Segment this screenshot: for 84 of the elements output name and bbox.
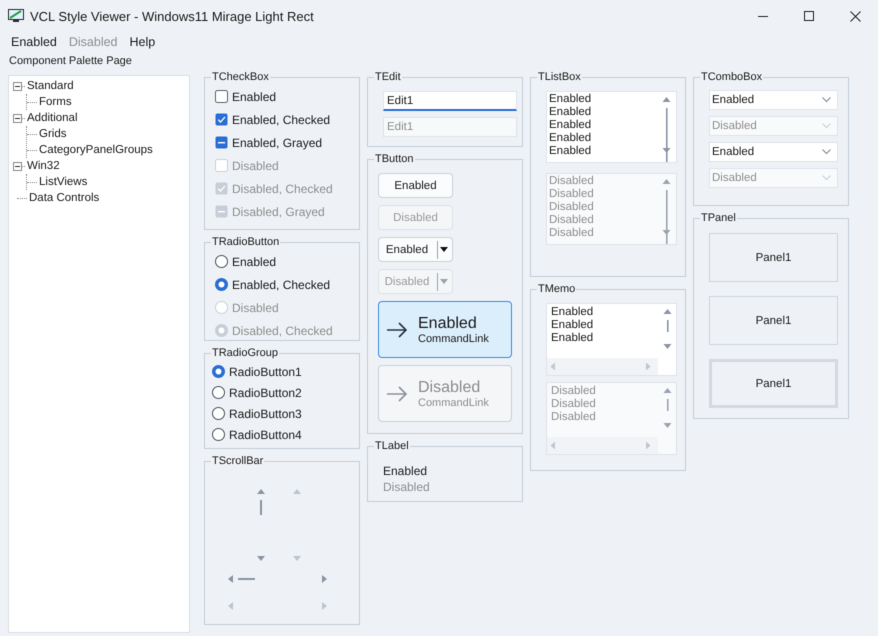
close-icon (850, 10, 860, 22)
radio-icon[interactable] (212, 407, 225, 420)
panel: Panel1 (709, 233, 838, 282)
group-title: TPanel (700, 212, 737, 224)
collapse-icon[interactable] (13, 114, 22, 122)
radio-label[interactable]: Enabled, Checked (232, 278, 330, 292)
tree-item[interactable]: Standard (27, 80, 74, 92)
radio-icon[interactable] (212, 386, 225, 399)
arrow-icon (386, 386, 408, 402)
radio-label[interactable]: RadioButton4 (229, 428, 302, 442)
group-title: TRadioButton (211, 236, 280, 248)
horizontal-scrollbar[interactable] (228, 602, 327, 610)
group-title: TButton (374, 153, 415, 165)
combo-box[interactable]: Enabled (709, 90, 838, 110)
list-box[interactable]: Enabled Enabled Enabled Enabled Enabled (546, 91, 677, 163)
tree-item[interactable]: Data Controls (29, 192, 100, 204)
group-title: TCheckBox (211, 71, 270, 83)
horizontal-scrollbar[interactable] (547, 358, 658, 375)
caret-down-icon (440, 279, 448, 284)
group-title: TEdit (374, 71, 402, 83)
menu-item[interactable]: Help (124, 35, 162, 49)
checkbox-label[interactable]: Enabled, Grayed (232, 136, 322, 150)
radio-selected-icon[interactable] (215, 278, 228, 291)
text-field[interactable]: Edit1 (383, 91, 517, 111)
radio-selected-icon[interactable] (212, 365, 225, 378)
group-title: TComboBox (700, 71, 764, 83)
memo-line: Enabled (551, 306, 594, 319)
group-title: TRadioGroup (211, 347, 280, 359)
group-title: TListBox (537, 71, 582, 83)
checkbox-checked-icon[interactable] (215, 113, 228, 126)
memo-line: Enabled (551, 332, 594, 345)
group-title: TMemo (537, 283, 576, 295)
list-item[interactable]: Enabled (549, 119, 655, 132)
tree-item[interactable]: Grids (39, 128, 66, 140)
radio-label[interactable]: RadioButton2 (229, 386, 302, 400)
radio-label[interactable]: RadioButton1 (229, 364, 302, 378)
list-item[interactable]: Enabled (549, 132, 655, 145)
app-icon (8, 9, 24, 23)
group-title: TScrollBar (211, 455, 264, 467)
panel: Panel1 (709, 359, 838, 408)
list-item[interactable]: Enabled (549, 145, 655, 158)
memo-line: Disabled (551, 398, 597, 411)
chevron-down-icon (822, 97, 831, 103)
checkbox-label[interactable]: Enabled, Checked (232, 112, 330, 126)
arrow-icon (386, 322, 408, 338)
tree-item[interactable]: Additional (27, 112, 78, 124)
memo-line: Disabled (551, 411, 597, 424)
split-button[interactable]: Enabled (378, 237, 453, 262)
radio-icon[interactable] (215, 255, 228, 268)
window-title: VCL Style Viewer - Windows11 Mirage Light Rect (30, 8, 314, 24)
panel: Panel1 (709, 296, 838, 345)
caret-down-icon (440, 247, 448, 252)
radio-label[interactable]: Enabled (232, 254, 276, 268)
memo-line: Disabled (551, 385, 597, 398)
collapse-icon[interactable] (13, 162, 22, 170)
maximize-icon (804, 11, 814, 21)
group-title: TLabel (374, 440, 410, 452)
memo-line: Enabled (551, 319, 594, 332)
command-link-button[interactable]: Enabled CommandLink (378, 301, 512, 358)
tree-item[interactable]: CategoryPanelGroups (39, 144, 153, 156)
radio-label[interactable]: RadioButton3 (229, 406, 302, 420)
palette-label: Component Palette Page (8, 54, 133, 69)
tree-item[interactable]: Forms (39, 96, 72, 108)
radio-icon[interactable] (212, 428, 225, 441)
checkbox-icon[interactable] (215, 90, 228, 103)
tree-item[interactable]: ListViews (39, 176, 88, 188)
horizontal-scrollbar[interactable] (228, 575, 327, 583)
chevron-down-icon (822, 175, 831, 181)
checkbox-label[interactable]: Enabled (232, 90, 276, 104)
checkbox-indeterminate-icon[interactable] (215, 136, 228, 149)
chevron-down-icon (822, 123, 831, 129)
list-item[interactable]: Enabled (549, 93, 655, 106)
menu-item[interactable]: Enabled (5, 35, 63, 49)
memo-box[interactable]: Enabled Enabled Enabled (546, 303, 677, 376)
label-text: Enabled (383, 464, 428, 478)
list-item[interactable]: Enabled (549, 106, 655, 119)
label-text: Disabled (383, 480, 431, 494)
vertical-scrollbar[interactable] (257, 489, 265, 561)
vertical-scrollbar[interactable] (293, 489, 301, 561)
chevron-down-icon (822, 149, 831, 155)
push-button[interactable]: Enabled (378, 173, 453, 198)
collapse-icon[interactable] (13, 82, 22, 90)
combo-box[interactable]: Enabled (709, 142, 838, 162)
tree-item[interactable]: Win32 (27, 160, 60, 172)
